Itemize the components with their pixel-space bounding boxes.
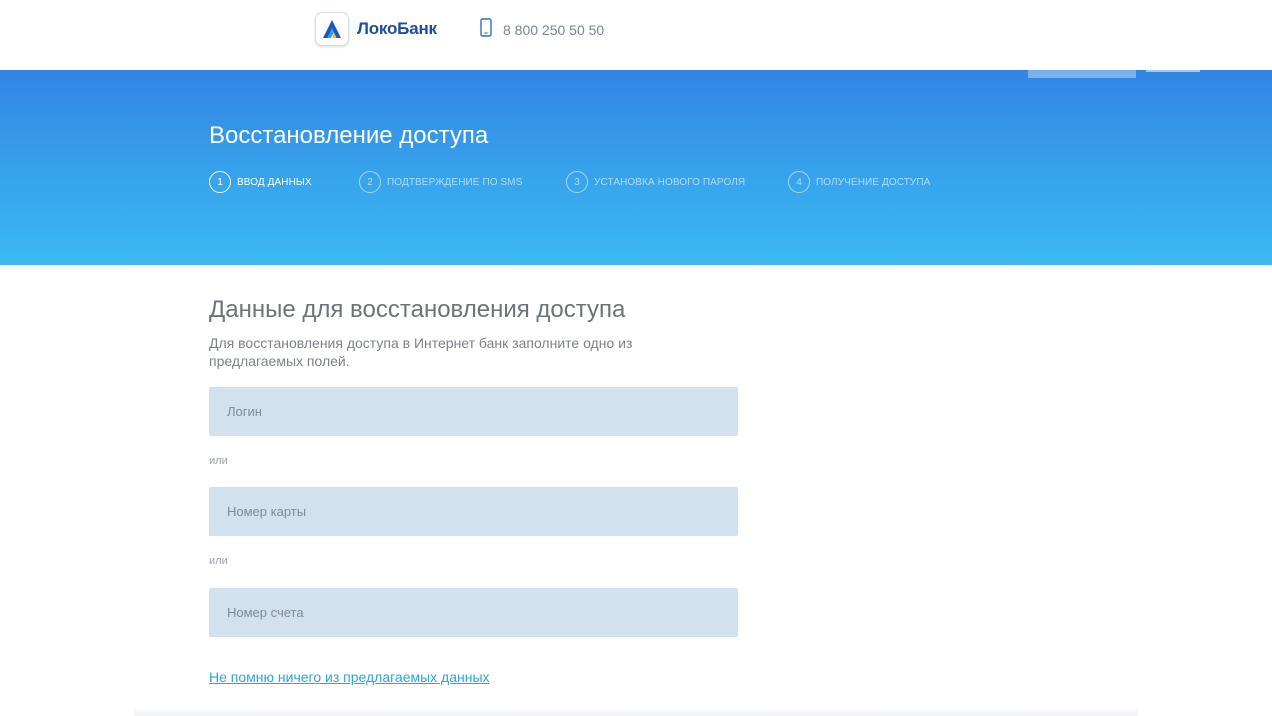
form-title: Данные для восстановления доступа bbox=[209, 296, 626, 323]
step-4: 4 получение доступа bbox=[788, 170, 930, 194]
hero-banner: Восстановление доступа 1 ввод данных 2 п… bbox=[0, 70, 1272, 265]
step-number: 4 bbox=[788, 171, 810, 193]
phone-number: 8 800 250 50 50 bbox=[503, 22, 605, 38]
forgot-data-link[interactable]: Не помню ничего из предлагаемых данных bbox=[209, 669, 490, 685]
footer-shadow bbox=[134, 708, 1138, 716]
card-number-input[interactable] bbox=[209, 487, 738, 536]
login-input[interactable] bbox=[209, 387, 738, 436]
phone-contact[interactable]: 8 800 250 50 50 bbox=[480, 18, 604, 42]
step-number: 2 bbox=[359, 171, 381, 193]
step-1: 1 ввод данных bbox=[209, 170, 312, 194]
lokobank-logo[interactable]: ЛокоБанк bbox=[315, 12, 437, 46]
step-label: установка нового пароля bbox=[594, 176, 746, 188]
step-label: ввод данных bbox=[237, 176, 312, 188]
step-number: 1 bbox=[209, 171, 231, 193]
or-separator: или bbox=[209, 555, 228, 567]
step-3: 3 установка нового пароля bbox=[566, 170, 745, 194]
hero-decoration-secondary bbox=[1146, 70, 1200, 72]
page-header: ЛокоБанк 8 800 250 50 50 bbox=[0, 0, 1272, 70]
step-label: получение доступа bbox=[816, 176, 931, 188]
lokobank-logo-icon bbox=[315, 12, 349, 46]
step-2: 2 подтверждение по sms bbox=[359, 170, 522, 194]
step-label: подтверждение по sms bbox=[387, 176, 523, 188]
form-description: Для восстановления доступа в Интернет ба… bbox=[209, 335, 633, 369]
hero-decoration bbox=[1028, 70, 1136, 78]
mobile-phone-icon bbox=[480, 18, 492, 42]
or-separator: или bbox=[209, 455, 228, 467]
account-number-input[interactable] bbox=[209, 588, 738, 637]
logo-text: ЛокоБанк bbox=[357, 19, 437, 38]
step-number: 3 bbox=[566, 171, 588, 193]
page-title: Восстановление доступа bbox=[209, 122, 489, 149]
